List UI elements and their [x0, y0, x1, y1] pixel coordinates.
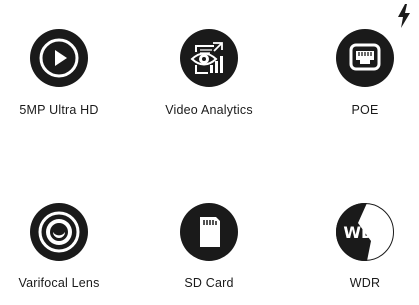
lightning-bolt-icon — [398, 4, 410, 28]
feature-wdr: WDR WDR — [295, 203, 419, 290]
ethernet-port-icon — [336, 29, 394, 87]
sd-card-icon — [180, 203, 238, 261]
lens-icon — [30, 203, 88, 261]
eye-analytics-icon — [180, 29, 238, 87]
feature-label: Varifocal Lens — [18, 276, 100, 290]
feature-poe: POE — [295, 29, 419, 117]
feature-label: POE — [351, 103, 379, 117]
feature-label: WDR — [349, 276, 381, 290]
wdr-icon-text: WDR — [343, 223, 386, 242]
feature-video-analytics: Video Analytics — [139, 29, 279, 117]
play-icon — [30, 29, 88, 87]
feature-label: Video Analytics — [165, 103, 253, 117]
feature-sd-card: SD Card — [139, 203, 279, 290]
feature-5mp-ultra-hd: 5MP Ultra HD — [0, 29, 129, 117]
feature-label: SD Card — [184, 276, 234, 290]
feature-label: 5MP Ultra HD — [19, 103, 99, 117]
feature-varifocal-lens: Varifocal Lens — [0, 203, 129, 290]
wdr-icon: WDR — [336, 203, 394, 261]
